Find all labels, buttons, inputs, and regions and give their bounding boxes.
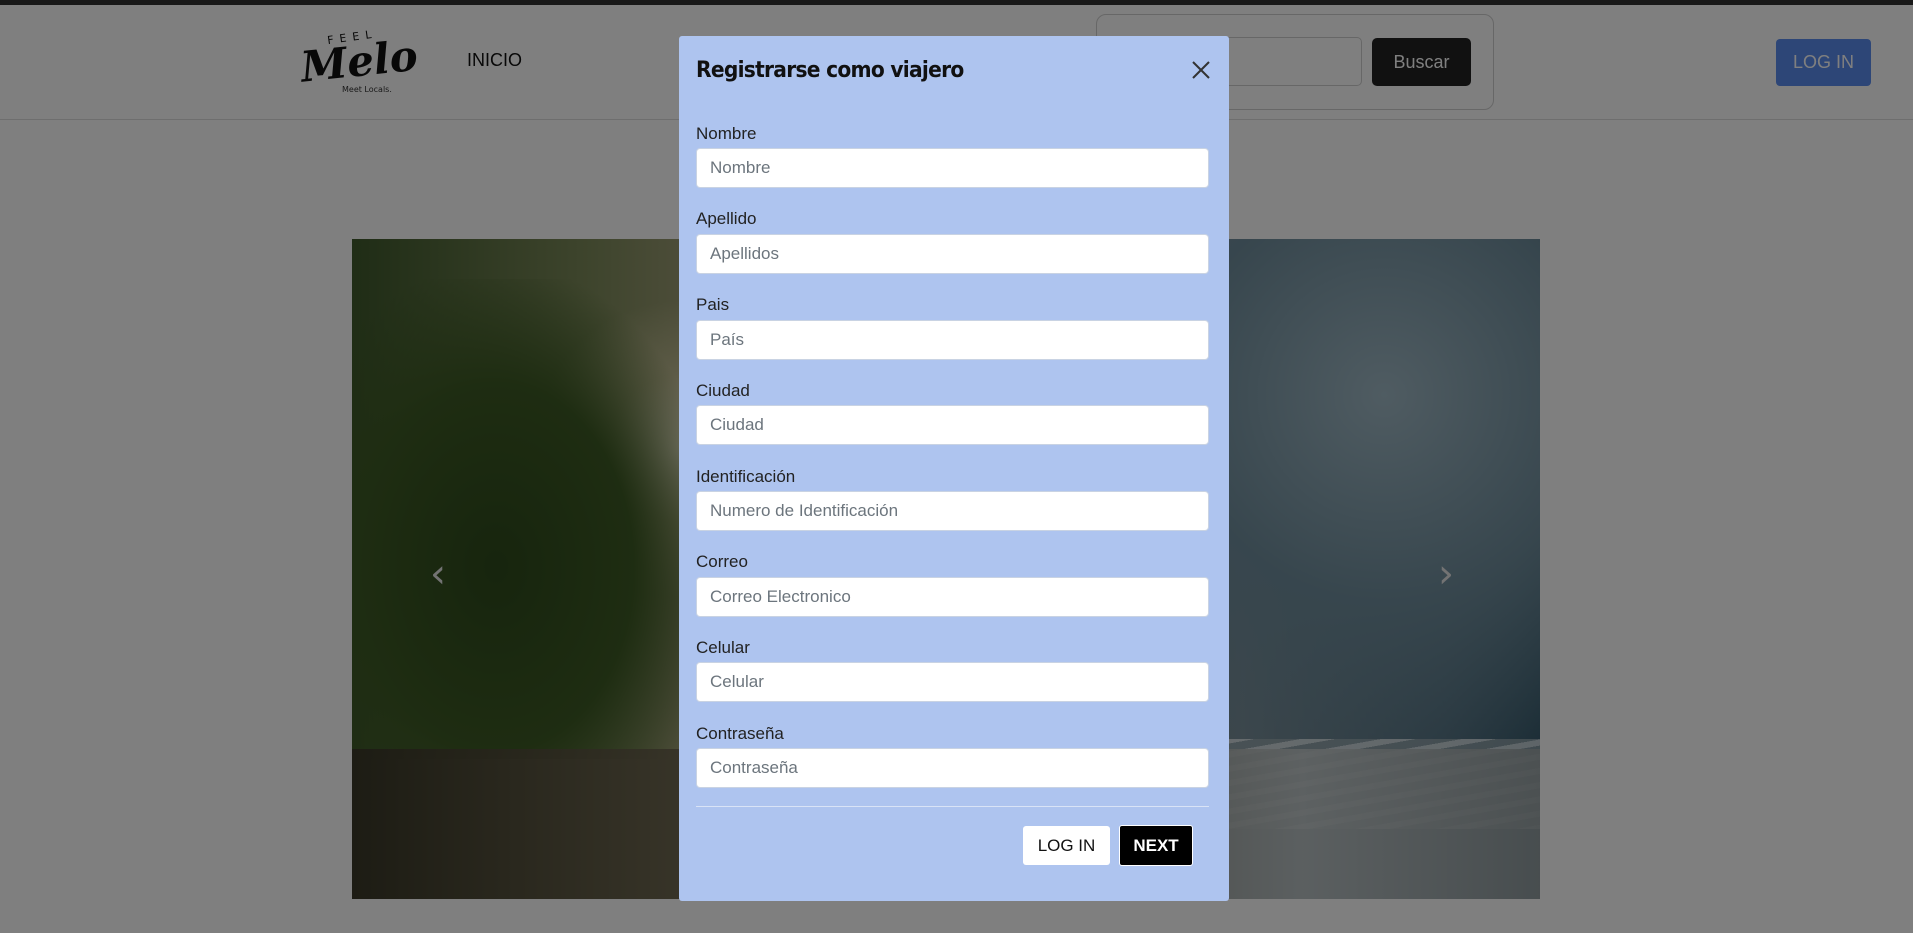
next-button[interactable]: NEXT [1119,825,1193,866]
identificacion-input[interactable] [696,491,1209,531]
nombre-input[interactable] [696,148,1209,188]
register-traveler-modal: Registrarse como viajero Nombre Apellido… [679,36,1229,901]
label-correo: Correo [696,552,748,571]
label-nombre: Nombre [696,124,757,143]
label-ciudad: Ciudad [696,381,750,400]
modal-title: Registrarse como viajero [696,58,964,83]
celular-input[interactable] [696,662,1209,702]
modal-footer-divider [696,806,1209,807]
contrasena-input[interactable] [696,748,1209,788]
label-pais: Pais [696,295,730,314]
label-celular: Celular [696,638,750,657]
apellido-input[interactable] [696,234,1209,274]
label-contrasena: Contraseña [696,724,784,743]
correo-input[interactable] [696,577,1209,617]
modal-login-button[interactable]: LOG IN [1023,826,1110,865]
pais-input[interactable] [696,320,1209,360]
close-icon[interactable] [1187,56,1215,84]
ciudad-input[interactable] [696,405,1209,445]
label-identificacion: Identificación [696,467,796,486]
label-apellido: Apellido [696,209,757,228]
